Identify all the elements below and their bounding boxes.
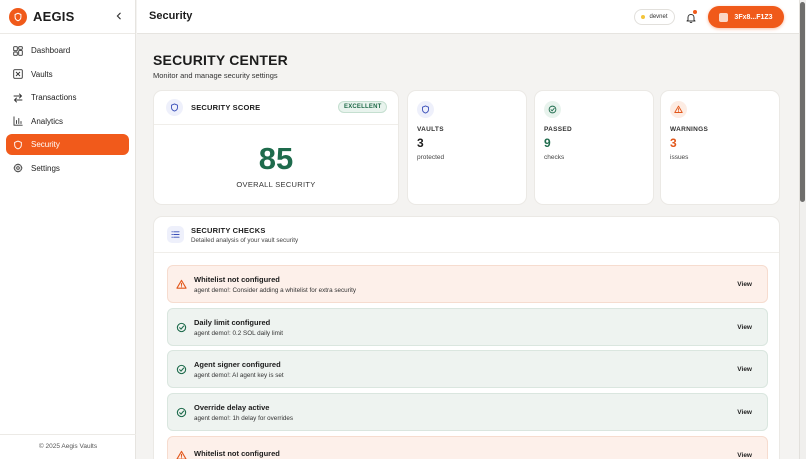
warning-icon	[176, 450, 187, 459]
security-checks-card: SECURITY CHECKS Detailed analysis of you…	[153, 216, 780, 459]
view-button[interactable]: View	[737, 324, 752, 331]
sidebar: AEGIS Dashboard Vaults Transactions Anal…	[0, 0, 136, 459]
wallet-icon	[719, 12, 729, 22]
page-title: Security	[149, 10, 193, 22]
topbar: Security devnet 3Fx8...F1Z3	[137, 0, 799, 34]
check-row: Agent signer configured agent demo!: AI …	[167, 350, 768, 388]
check-description: agent demo!: 0.2 SOL daily limit	[194, 329, 284, 337]
stat-unit: issues	[670, 154, 689, 161]
list-icon	[167, 226, 184, 243]
shield-icon	[13, 140, 23, 150]
stat-unit: checks	[544, 154, 565, 161]
check-row: Override delay active agent demo!: 1h de…	[167, 393, 768, 431]
sidebar-nav: Dashboard Vaults Transactions Analytics …	[0, 40, 135, 179]
warnings-stat-card: WARNINGS 3 issues	[660, 90, 780, 205]
sidebar-item-security[interactable]: Security	[6, 134, 129, 155]
check-description: agent demo!: 1h delay for overrides	[194, 414, 294, 422]
sidebar-item-label: Transactions	[31, 93, 77, 102]
check-row: Whitelist not configured View	[167, 436, 768, 459]
sidebar-footer: © 2025 Aegis Vaults	[0, 434, 136, 450]
section-subheading: Monitor and manage security settings	[153, 71, 278, 80]
wallet-address: 3Fx8...F1Z3	[734, 13, 773, 21]
sidebar-item-transactions[interactable]: Transactions	[6, 87, 129, 108]
check-row: Daily limit configured agent demo!: 0.2 …	[167, 308, 768, 346]
score-label: OVERALL SECURITY	[236, 180, 316, 189]
check-title: Whitelist not configured	[194, 449, 280, 458]
checks-title: SECURITY CHECKS	[191, 225, 266, 235]
stat-value: 3	[417, 136, 424, 150]
brand-name: AEGIS	[33, 9, 75, 24]
sidebar-item-analytics[interactable]: Analytics	[6, 111, 129, 132]
check-description: agent demo!: AI agent key is set	[194, 371, 284, 379]
check-circle-icon	[544, 101, 561, 118]
network-status-dot	[641, 15, 646, 19]
sidebar-item-label: Security	[31, 140, 60, 149]
shield-icon	[417, 101, 434, 118]
stat-label: WARNINGS	[670, 126, 709, 133]
collapse-sidebar-icon[interactable]	[113, 9, 125, 23]
check-description: agent demo!: Consider adding a whitelist…	[194, 286, 357, 294]
checks-subtitle: Detailed analysis of your vault security	[191, 236, 299, 244]
check-title: Agent signer configured	[194, 359, 281, 369]
gear-icon	[13, 163, 23, 173]
check-title: Whitelist not configured	[194, 274, 280, 284]
grid-icon	[13, 45, 23, 56]
check-circle-icon	[176, 364, 187, 374]
view-button[interactable]: View	[737, 409, 752, 416]
wallet-button[interactable]: 3Fx8...F1Z3	[708, 6, 784, 28]
sidebar-item-dashboard[interactable]: Dashboard	[6, 40, 129, 61]
notification-badge	[693, 10, 697, 14]
shield-icon	[166, 99, 183, 116]
sidebar-item-label: Settings	[31, 163, 60, 173]
checks-header: SECURITY CHECKS Detailed analysis of you…	[154, 217, 779, 253]
vaults-stat-card: VAULTS 3 protected	[407, 90, 527, 205]
stat-value: 9	[544, 136, 551, 150]
score-title: SECURITY SCORE	[191, 103, 261, 112]
check-row: Whitelist not configured agent demo!: Co…	[167, 265, 768, 303]
check-circle-icon	[176, 407, 187, 417]
check-circle-icon	[176, 322, 187, 332]
stat-value: 3	[670, 136, 677, 150]
score-value: 85	[258, 141, 294, 176]
scrollbar-thumb[interactable]	[800, 2, 805, 202]
arrows-icon	[13, 93, 23, 103]
stat-label: PASSED	[544, 126, 573, 133]
view-button[interactable]: View	[737, 366, 752, 373]
sidebar-item-settings[interactable]: Settings	[6, 158, 129, 179]
sidebar-item-vaults[interactable]: Vaults	[6, 64, 129, 85]
network-selector[interactable]: devnet	[634, 9, 675, 25]
check-title: Daily limit configured	[194, 317, 271, 327]
warning-icon	[670, 101, 687, 118]
security-score-card: SECURITY SCORE EXCELLENT 85 OVERALL SECU…	[153, 90, 399, 205]
warning-icon	[176, 279, 187, 289]
sidebar-item-label: Dashboard	[31, 46, 71, 55]
network-label: devnet	[649, 14, 668, 20]
sidebar-item-label: Vaults	[31, 69, 53, 79]
aegis-logo-icon	[9, 7, 27, 26]
view-button[interactable]: View	[737, 281, 752, 288]
section-heading: SECURITY CENTER	[153, 52, 288, 68]
sidebar-item-label: Analytics	[31, 116, 64, 126]
check-title: Override delay active	[194, 402, 270, 412]
passed-stat-card: PASSED 9 checks	[534, 90, 654, 205]
chart-icon	[13, 116, 23, 126]
score-status-badge: EXCELLENT	[338, 101, 388, 113]
stat-label: VAULTS	[417, 126, 444, 133]
vault-icon	[13, 69, 23, 79]
notifications-bell-icon[interactable]	[685, 10, 697, 23]
stat-unit: protected	[417, 154, 445, 161]
view-button[interactable]: View	[737, 452, 752, 459]
